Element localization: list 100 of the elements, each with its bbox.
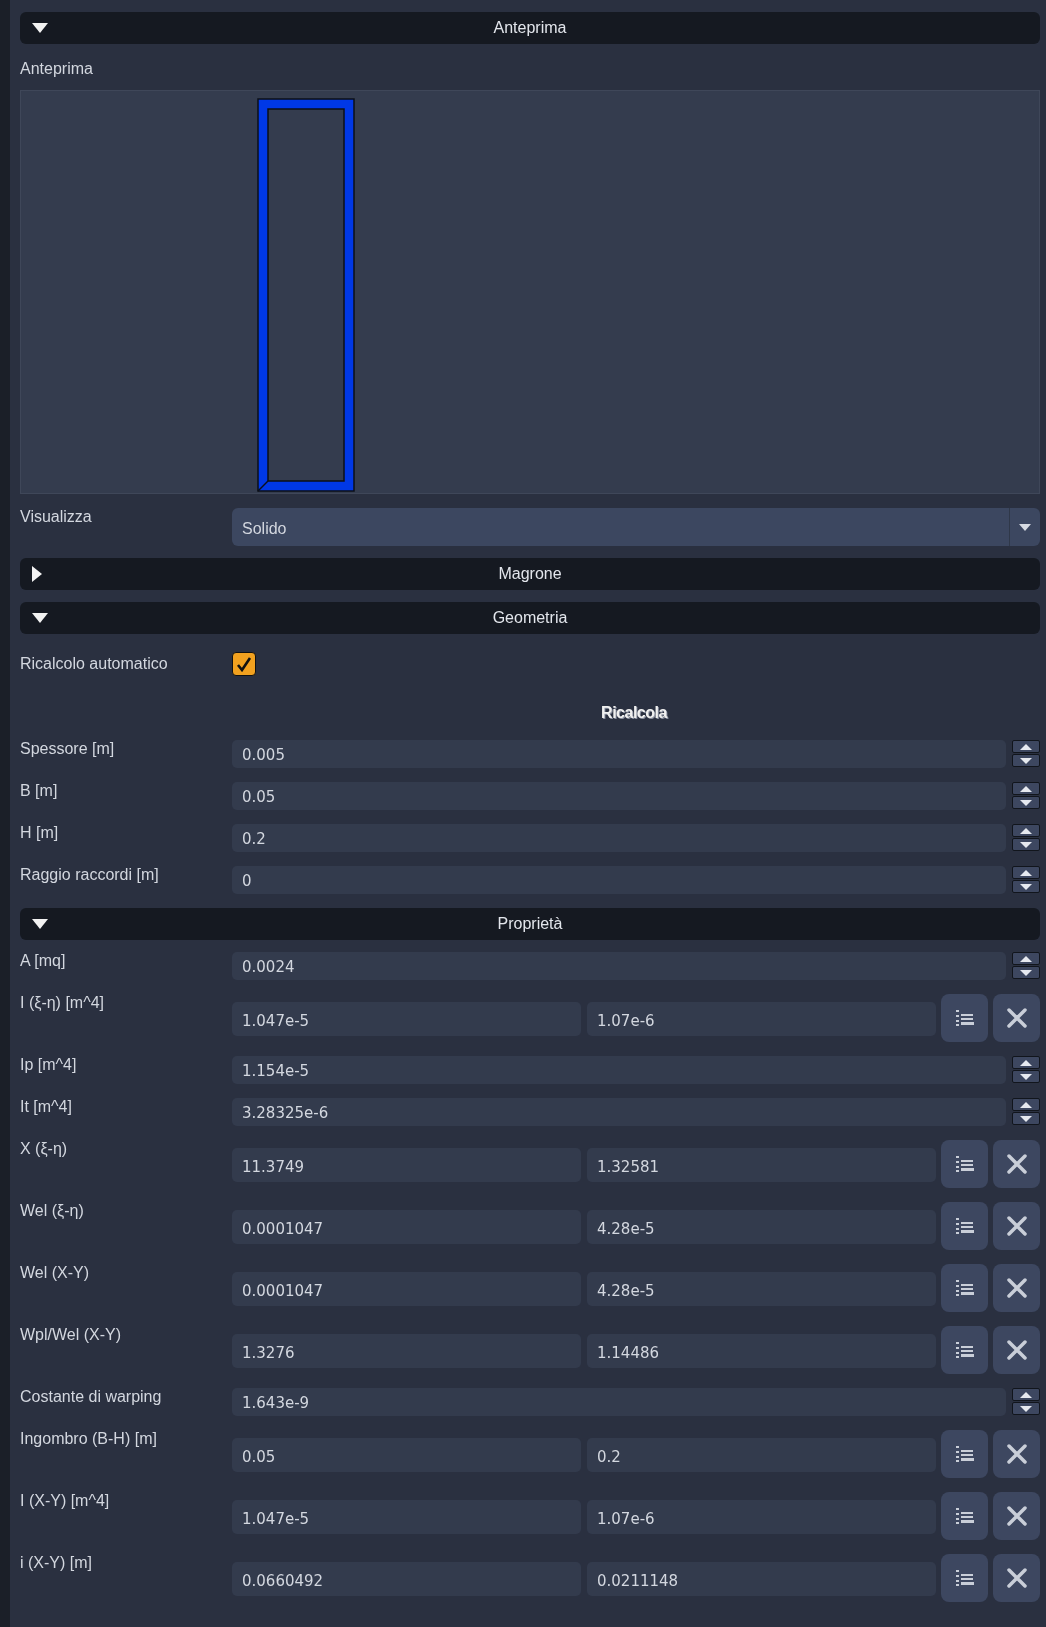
spin-down-button[interactable] bbox=[1012, 1070, 1040, 1083]
close-icon bbox=[1006, 1216, 1027, 1236]
list-button[interactable] bbox=[941, 1202, 988, 1250]
clear-button[interactable] bbox=[993, 1140, 1040, 1188]
up-arrow-icon bbox=[1020, 955, 1032, 962]
input-field[interactable]: 0.2 bbox=[232, 824, 1006, 852]
up-arrow-icon bbox=[1020, 1391, 1032, 1398]
list-button[interactable] bbox=[941, 1326, 988, 1374]
spin-up-button[interactable] bbox=[1012, 866, 1040, 879]
list-icon bbox=[955, 1218, 974, 1234]
spin-up-button[interactable] bbox=[1012, 740, 1040, 753]
up-arrow-icon bbox=[1020, 869, 1032, 876]
clear-button[interactable] bbox=[993, 1202, 1040, 1250]
clear-button[interactable] bbox=[993, 1554, 1040, 1602]
section-header[interactable]: Magrone bbox=[20, 558, 1040, 590]
input-field[interactable]: 0.005 bbox=[232, 740, 1006, 768]
list-button[interactable] bbox=[941, 1264, 988, 1312]
input-field[interactable]: 0.2 bbox=[587, 1438, 936, 1472]
input-field[interactable]: 1.07e-6 bbox=[587, 1500, 936, 1534]
caret-icon bbox=[32, 23, 48, 33]
input-field[interactable]: 4.28e-5 bbox=[587, 1210, 936, 1244]
input-field[interactable]: 0.0660492 bbox=[232, 1562, 581, 1596]
spin-up-button[interactable] bbox=[1012, 1388, 1040, 1401]
section-header[interactable]: Anteprima bbox=[20, 12, 1040, 44]
clear-button[interactable] bbox=[993, 1264, 1040, 1312]
spin-down-button[interactable] bbox=[1012, 754, 1040, 767]
list-icon bbox=[955, 1010, 974, 1026]
input-field[interactable]: 1.047e-5 bbox=[232, 1500, 581, 1534]
input-field[interactable]: 1.14486 bbox=[587, 1334, 936, 1368]
input-field[interactable]: 11.3749 bbox=[232, 1148, 581, 1182]
close-icon bbox=[1006, 1154, 1027, 1174]
spin-down-button[interactable] bbox=[1012, 796, 1040, 809]
up-arrow-icon bbox=[1020, 1101, 1032, 1108]
down-arrow-icon bbox=[1020, 1073, 1032, 1080]
field-label: Raggio raccordi [m] bbox=[20, 866, 160, 884]
list-button[interactable] bbox=[941, 1492, 988, 1540]
list-icon bbox=[955, 1280, 974, 1296]
spin-down-button[interactable] bbox=[1012, 1402, 1040, 1415]
section-header[interactable]: Proprietà bbox=[20, 908, 1040, 940]
close-icon bbox=[1006, 1278, 1027, 1298]
list-button[interactable] bbox=[941, 994, 988, 1042]
list-icon bbox=[955, 1342, 974, 1358]
clear-button[interactable] bbox=[993, 1326, 1040, 1374]
field-label: I (X-Y) [m^4] bbox=[20, 1492, 111, 1510]
dropdown-value: Solido bbox=[241, 519, 288, 538]
spin-down-button[interactable] bbox=[1012, 838, 1040, 851]
section-title: Anteprima bbox=[493, 19, 567, 37]
spin-up-button[interactable] bbox=[1012, 1098, 1040, 1111]
down-arrow-icon bbox=[1020, 841, 1032, 848]
input-field[interactable]: 0.0001047 bbox=[232, 1272, 581, 1306]
recalculate-button[interactable]: Ricalcola bbox=[593, 700, 675, 726]
up-arrow-icon bbox=[1020, 1059, 1032, 1066]
close-icon bbox=[1006, 1506, 1027, 1526]
down-arrow-icon bbox=[1020, 1115, 1032, 1122]
list-icon bbox=[955, 1156, 974, 1172]
field-label: H [m] bbox=[20, 824, 60, 842]
spin-down-button[interactable] bbox=[1012, 880, 1040, 893]
field-label: i (X-Y) [m] bbox=[20, 1554, 93, 1572]
list-button[interactable] bbox=[941, 1140, 988, 1188]
close-icon bbox=[1006, 1340, 1027, 1360]
field-label: Spessore [m] bbox=[20, 740, 116, 758]
field-label: It [m^4] bbox=[20, 1098, 73, 1116]
clear-button[interactable] bbox=[993, 1492, 1040, 1540]
input-field[interactable]: 3.28325e-6 bbox=[232, 1098, 1006, 1126]
field-label: I (ξ-η) [m^4] bbox=[20, 994, 105, 1012]
input-field[interactable]: 4.28e-5 bbox=[587, 1272, 936, 1306]
spin-up-button[interactable] bbox=[1012, 1056, 1040, 1069]
input-field[interactable]: 1.154e-5 bbox=[232, 1056, 1006, 1084]
dropdown-arrow-icon bbox=[1019, 523, 1031, 531]
field-label: Ricalcolo automatico bbox=[20, 655, 169, 673]
spin-up-button[interactable] bbox=[1012, 824, 1040, 837]
input-field[interactable]: 1.07e-6 bbox=[587, 1002, 936, 1036]
spin-down-button[interactable] bbox=[1012, 966, 1040, 979]
section-header[interactable]: Geometria bbox=[20, 602, 1040, 634]
input-field[interactable]: 0.05 bbox=[232, 782, 1006, 810]
spin-up-button[interactable] bbox=[1012, 952, 1040, 965]
checkbox[interactable] bbox=[232, 652, 256, 676]
input-field[interactable]: 1.3276 bbox=[232, 1334, 581, 1368]
dropdown[interactable]: Solido bbox=[232, 508, 1040, 546]
list-button[interactable] bbox=[941, 1554, 988, 1602]
input-field[interactable]: 1.047e-5 bbox=[232, 1002, 581, 1036]
input-field[interactable]: 1.643e-9 bbox=[232, 1388, 1006, 1416]
input-field[interactable]: 0.05 bbox=[232, 1438, 581, 1472]
input-field[interactable]: 0.0211148 bbox=[587, 1562, 936, 1596]
spin-down-button[interactable] bbox=[1012, 1112, 1040, 1125]
list-icon bbox=[955, 1570, 974, 1586]
input-field[interactable]: 1.32581 bbox=[587, 1148, 936, 1182]
clear-button[interactable] bbox=[993, 1430, 1040, 1478]
input-field[interactable]: 0 bbox=[232, 866, 1006, 894]
field-label: Ip [m^4] bbox=[20, 1056, 78, 1074]
spin-up-button[interactable] bbox=[1012, 782, 1040, 795]
down-arrow-icon bbox=[1020, 799, 1032, 806]
down-arrow-icon bbox=[1020, 757, 1032, 764]
input-field[interactable]: 0.0024 bbox=[232, 952, 1006, 980]
input-field[interactable]: 0.0001047 bbox=[232, 1210, 581, 1244]
close-icon bbox=[1006, 1568, 1027, 1588]
list-button[interactable] bbox=[941, 1430, 988, 1478]
down-arrow-icon bbox=[1020, 969, 1032, 976]
field-label: Anteprima bbox=[20, 60, 94, 78]
clear-button[interactable] bbox=[993, 994, 1040, 1042]
